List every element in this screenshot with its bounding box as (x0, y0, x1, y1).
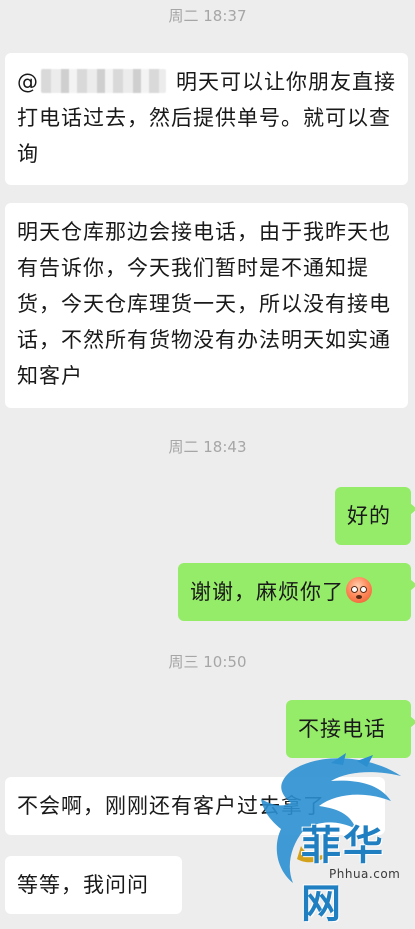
incoming-message[interactable]: @ 明天可以让你朋友直接打电话过去，然后提供单号。就可以查询 (5, 53, 408, 185)
message-text: 不接电话 (298, 717, 386, 741)
mention-prefix: @ (17, 70, 39, 94)
timestamp: 周二 18:37 (168, 7, 247, 25)
timestamp: 周三 10:50 (168, 653, 247, 671)
message-text: 等等，我问问 (17, 873, 149, 897)
incoming-message[interactable]: 等等，我问问 (5, 856, 182, 914)
outgoing-message[interactable]: 好的 (335, 487, 415, 545)
watermark-url: Phhua.com (329, 867, 401, 881)
message-text: 好的 (347, 504, 391, 528)
redacted-name (41, 69, 166, 93)
message-text: 谢谢，麻烦你了 (190, 580, 344, 604)
timestamp: 周二 18:43 (168, 438, 247, 456)
outgoing-message[interactable]: 不接电话 (286, 700, 415, 758)
message-text: 明天仓库那边会接电话，由于我昨天也有告诉你，今天我们暂时是不通知提货，今天仓库理… (17, 220, 391, 388)
site-watermark: 菲华网 Phhua.com (231, 751, 411, 927)
flushed-face-icon (346, 577, 372, 603)
outgoing-message[interactable]: 谢谢，麻烦你了 (178, 563, 415, 621)
incoming-message[interactable]: 明天仓库那边会接电话，由于我昨天也有告诉你，今天我们暂时是不通知提货，今天仓库理… (5, 203, 408, 408)
